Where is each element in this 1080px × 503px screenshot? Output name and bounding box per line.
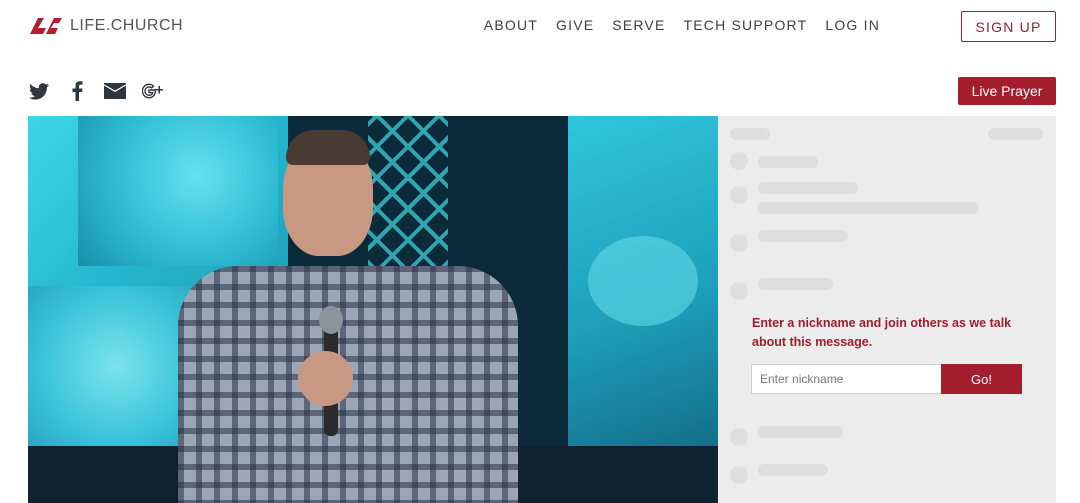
nav-give[interactable]: GIVE <box>556 17 594 33</box>
google-plus-icon[interactable] <box>142 80 164 102</box>
main-nav: ABOUT GIVE SERVE TECH SUPPORT LOG IN <box>484 17 880 33</box>
facebook-icon[interactable] <box>66 80 88 102</box>
lifechurch-logo-icon <box>30 18 62 34</box>
nav-tech-support[interactable]: TECH SUPPORT <box>684 17 808 33</box>
chat-join-prompt: Enter a nickname and join others as we t… <box>752 316 1012 349</box>
nickname-input[interactable] <box>751 364 941 394</box>
nav-serve[interactable]: SERVE <box>612 17 665 33</box>
video-player[interactable] <box>28 116 718 503</box>
live-prayer-button[interactable]: Live Prayer <box>958 77 1056 105</box>
site-header: LIFE.CHURCH ABOUT GIVE SERVE TECH SUPPOR… <box>0 0 1080 56</box>
social-share-bar <box>28 80 164 102</box>
email-icon[interactable] <box>104 80 126 102</box>
go-button[interactable]: Go! <box>941 364 1022 394</box>
nav-about[interactable]: ABOUT <box>484 17 538 33</box>
page: LIFE.CHURCH ABOUT GIVE SERVE TECH SUPPOR… <box>0 0 1080 503</box>
chat-panel: Enter a nickname and join others as we t… <box>718 116 1056 503</box>
logo[interactable]: LIFE.CHURCH <box>28 15 183 37</box>
logo-text: LIFE.CHURCH <box>70 17 184 34</box>
sign-up-button[interactable]: SIGN UP <box>961 11 1056 42</box>
stage-screen-right <box>568 116 718 503</box>
twitter-icon[interactable] <box>28 80 50 102</box>
nav-log-in[interactable]: LOG IN <box>825 17 880 33</box>
